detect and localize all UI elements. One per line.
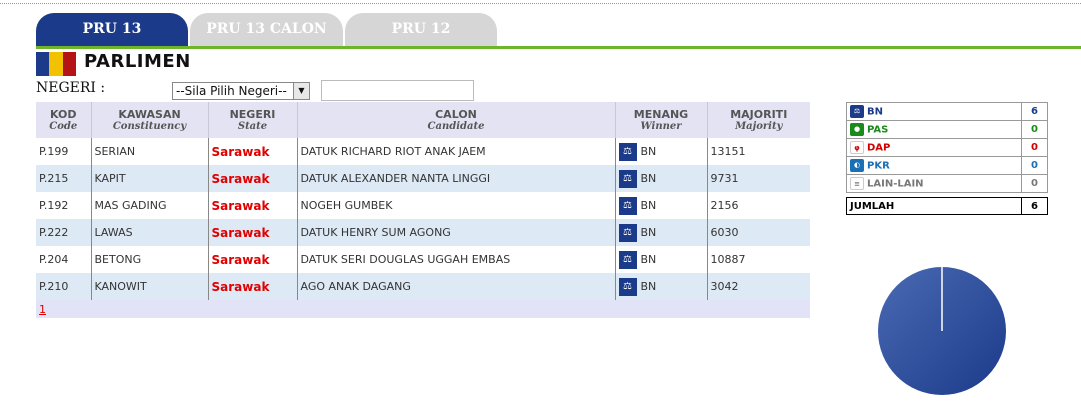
search-input[interactable]: [321, 80, 474, 101]
tab-pru-13-calon[interactable]: PRU 13 CALON: [190, 13, 343, 47]
col-state-header[interactable]: NEGERI State: [208, 102, 298, 138]
table-row[interactable]: P.210 KANOWIT Sarawak AGO ANAK DAGANG ⚖ B…: [36, 273, 810, 300]
cell-majority: 10887: [707, 246, 810, 273]
party-seat-count: 0: [1021, 120, 1048, 139]
cell-constituency: KAPIT: [91, 165, 209, 192]
cell-state: Sarawak: [208, 165, 298, 192]
bn-scales-icon: ⚖: [618, 142, 637, 161]
table-row[interactable]: P.192 MAS GADING Sarawak NOGEH GUMBEK ⚖ B…: [36, 192, 810, 219]
table-header-row: KOD Code KAWASAN Constituency NEGERI State …: [36, 102, 810, 138]
state-select[interactable]: --Sila Pilih Negeri-- ▼: [172, 82, 310, 100]
bn-scales-icon: ⚖: [618, 250, 637, 269]
party-name: PAS: [867, 124, 889, 136]
cell-majority: 13151: [707, 138, 810, 165]
bn-scales-icon: ⚖: [618, 223, 637, 242]
negeri-label: NEGERI :: [36, 80, 106, 96]
dropdown-arrow-icon[interactable]: ▼: [293, 83, 309, 99]
cell-constituency: LAWAS: [91, 219, 209, 246]
cell-constituency: KANOWIT: [91, 273, 209, 300]
cell-state: Sarawak: [208, 246, 298, 273]
rocket-icon: φ: [850, 141, 864, 154]
cell-state: Sarawak: [208, 138, 298, 165]
cell-candidate: NOGEH GUMBEK: [297, 192, 616, 219]
cell-code: P.204: [36, 246, 92, 273]
party-name: BN: [867, 106, 883, 118]
bn-scales-icon: ⚖: [618, 277, 637, 296]
seats-pie-chart: [878, 267, 1006, 395]
col-candidate-header[interactable]: CALON Candidate: [297, 102, 616, 138]
party-summary-table: ⚖ BN 6 ● PAS 0 φ DAP 0 ◐ PKR 0 ≡ LAIN-LAIN 0 JUMLAH 6: [846, 102, 1048, 215]
cell-winner: ⚖ BN: [615, 165, 708, 192]
col-winner-header[interactable]: MENANG Winner: [615, 102, 708, 138]
moon-icon: ●: [850, 123, 864, 136]
cell-majority: 6030: [707, 219, 810, 246]
cell-state: Sarawak: [208, 192, 298, 219]
party-seat-count: 0: [1021, 138, 1048, 157]
cell-candidate: DATUK RICHARD RIOT ANAK JAEM: [297, 138, 616, 165]
col-constituency-header[interactable]: KAWASAN Constituency: [91, 102, 209, 138]
cell-winner: ⚖ BN: [615, 219, 708, 246]
page-title: PARLIMEN: [84, 51, 191, 72]
party-row-lain-lain[interactable]: ≡ LAIN-LAIN 0: [846, 174, 1048, 193]
table-row[interactable]: P.215 KAPIT Sarawak DATUK ALEXANDER NANT…: [36, 165, 810, 192]
cell-code: P.199: [36, 138, 92, 165]
cell-constituency: SERIAN: [91, 138, 209, 165]
cell-state: Sarawak: [208, 273, 298, 300]
party-name: LAIN-LAIN: [867, 178, 924, 190]
cell-candidate: AGO ANAK DAGANG: [297, 273, 616, 300]
cell-constituency: MAS GADING: [91, 192, 209, 219]
party-row-pkr[interactable]: ◐ PKR 0: [846, 156, 1048, 175]
total-row: JUMLAH 6: [846, 197, 1048, 215]
total-count: 6: [1021, 197, 1048, 215]
page-link-1[interactable]: 1: [39, 303, 46, 316]
cell-code: P.192: [36, 192, 92, 219]
party-row-dap[interactable]: φ DAP 0: [846, 138, 1048, 157]
table-row[interactable]: P.204 BETONG Sarawak DATUK SERI DOUGLAS …: [36, 246, 810, 273]
top-dotted-border: [0, 3, 1081, 4]
bn-scales-icon: ⚖: [618, 196, 637, 215]
col-majority-header[interactable]: MAJORITI Majority: [707, 102, 810, 138]
party-row-bn[interactable]: ⚖ BN 6: [846, 102, 1048, 121]
tab-underline: [36, 46, 1081, 49]
cell-majority: 3042: [707, 273, 810, 300]
results-table: KOD Code KAWASAN Constituency NEGERI State …: [36, 102, 810, 318]
total-label: JUMLAH: [846, 197, 1022, 215]
pagination-row: 1: [36, 300, 810, 318]
cell-code: P.215: [36, 165, 92, 192]
table-row[interactable]: P.222 LAWAS Sarawak DATUK HENRY SUM AGON…: [36, 219, 810, 246]
cell-winner: ⚖ BN: [615, 246, 708, 273]
scales-icon: ⚖: [850, 105, 864, 118]
cell-winner: ⚖ BN: [615, 138, 708, 165]
cell-winner: ⚖ BN: [615, 273, 708, 300]
tab-pru-12[interactable]: PRU 12: [345, 13, 497, 47]
party-seat-count: 6: [1021, 102, 1048, 121]
table-row[interactable]: P.199 SERIAN Sarawak DATUK RICHARD RIOT …: [36, 138, 810, 165]
cell-majority: 2156: [707, 192, 810, 219]
cell-code: P.222: [36, 219, 92, 246]
cell-majority: 9731: [707, 165, 810, 192]
state-select-value: --Sila Pilih Negeri--: [176, 84, 287, 98]
lain-lain-icon: ≡: [850, 177, 864, 190]
malaysia-flag-icon: [36, 52, 76, 76]
party-row-pas[interactable]: ● PAS 0: [846, 120, 1048, 139]
eye-icon: ◐: [850, 159, 864, 172]
cell-candidate: DATUK HENRY SUM AGONG: [297, 219, 616, 246]
cell-candidate: DATUK SERI DOUGLAS UGGAH EMBAS: [297, 246, 616, 273]
cell-candidate: DATUK ALEXANDER NANTA LINGGI: [297, 165, 616, 192]
tab-pru-13[interactable]: PRU 13: [36, 13, 188, 47]
party-name: DAP: [867, 142, 891, 154]
cell-constituency: BETONG: [91, 246, 209, 273]
party-name: PKR: [867, 160, 890, 172]
cell-code: P.210: [36, 273, 92, 300]
cell-state: Sarawak: [208, 219, 298, 246]
party-seat-count: 0: [1021, 156, 1048, 175]
col-code-header[interactable]: KOD Code: [36, 102, 92, 138]
cell-winner: ⚖ BN: [615, 192, 708, 219]
bn-scales-icon: ⚖: [618, 169, 637, 188]
party-seat-count: 0: [1021, 174, 1048, 193]
